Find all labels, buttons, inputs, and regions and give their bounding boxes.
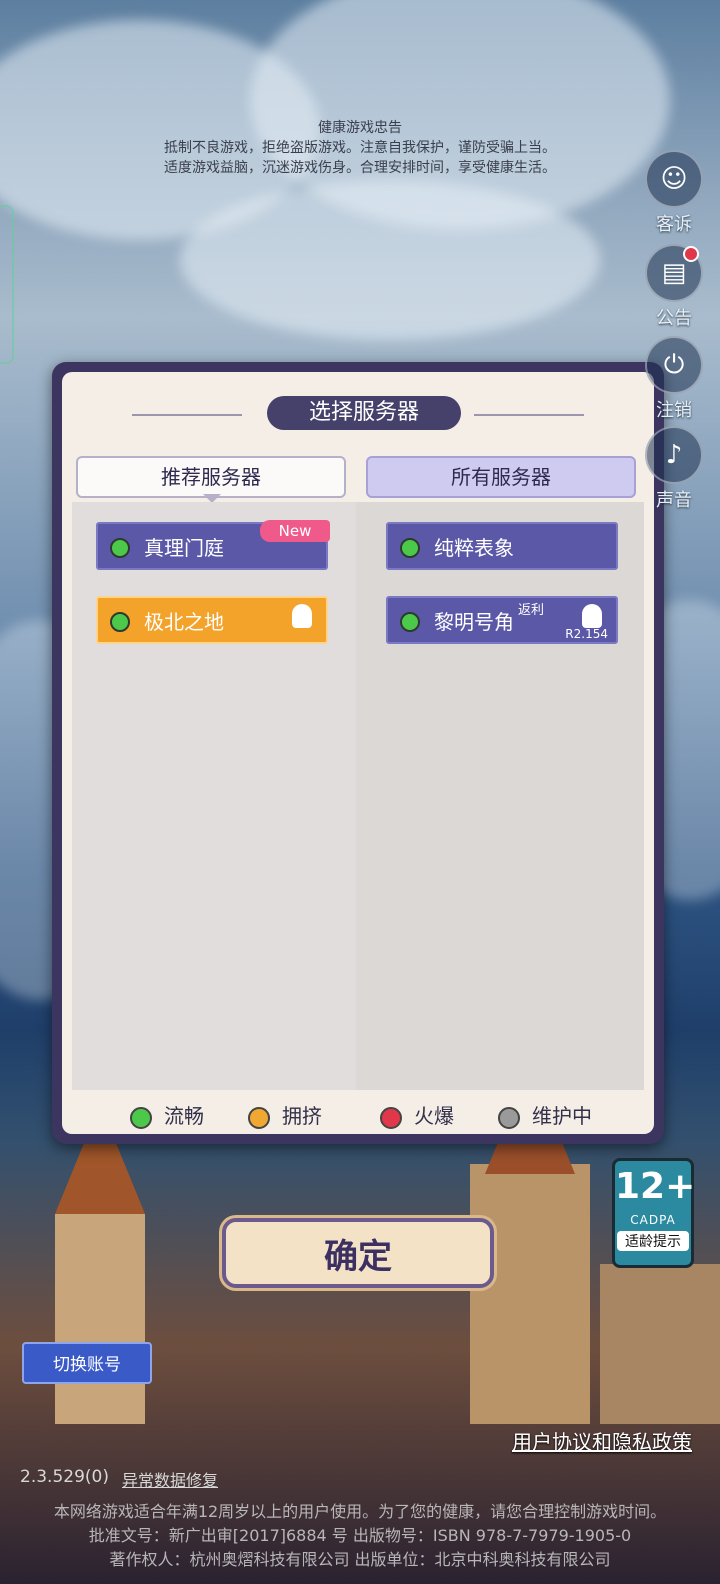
power-icon: ⏻ [645,336,703,394]
status-legend: 流畅 拥挤 火爆 维护中 [62,1094,654,1130]
title-divider-right [474,414,584,416]
notice-line-1: 抵制不良游戏，拒绝盗版游戏。注意自我保护，谨防受骗上当。 [164,140,556,156]
server-name: 真理门庭 [144,536,224,560]
server-name: 极北之地 [144,610,224,634]
customer-service-label: 客诉 [656,214,692,235]
sound-button[interactable]: ♪ 声音 [644,426,704,512]
server-item-zhenli[interactable]: 真理门庭 New [96,520,330,570]
age-hint: 适龄提示 [617,1231,689,1251]
recommended-column [72,502,356,1090]
status-dot-smooth [400,612,420,632]
maintenance-dot-icon [498,1106,520,1129]
age-rating: 12+ [615,1166,696,1207]
footer-line-1: 本网络游戏适合年满12周岁以上的用户使用。为了您的健康，请您合理控制游戏时间。 [53,1502,667,1521]
health-notice: 健康游戏忠告 抵制不良游戏，拒绝盗版游戏。注意自我保护，谨防受骗上当。 适度游戏… [0,118,720,178]
panel-header: 选择服务器 [62,394,654,434]
notification-dot [683,246,699,262]
legend-busy-label: 拥挤 [282,1104,322,1128]
side-tab-handle[interactable] [0,205,14,364]
switch-account-button[interactable]: 切换账号 [22,1342,152,1384]
hot-dot-icon [380,1106,402,1129]
footer-line-3: 著作权人：杭州奥熠科技有限公司 出版单位：北京中科奥科技有限公司 [109,1550,611,1569]
speaker-icon: ♪ [645,426,703,484]
panel-title: 选择服务器 [267,396,461,430]
character-icon [582,604,602,628]
server-item-chuncui[interactable]: 纯粹表象 [386,522,618,570]
legend-hot-label: 火爆 [414,1104,454,1128]
headset-icon: ☺ [645,150,703,208]
policy-link[interactable]: 用户协议和隐私政策 [512,1426,692,1455]
sound-label: 声音 [656,490,692,511]
tab-all-servers[interactable]: 所有服务器 [366,456,636,498]
server-item-jibei-selected[interactable]: 极北之地 [96,596,328,644]
server-name: 纯粹表象 [434,536,514,560]
server-list-area: 真理门庭 New 极北之地 纯粹表象 黎明号角 返利 R2.154 [72,502,644,1090]
version-text: 2.3.529(0) [20,1467,109,1487]
legend-maintenance-label: 维护中 [532,1104,592,1128]
legend-busy: 拥挤 [248,1100,322,1129]
notice-line-2: 适度游戏益脑，沉迷游戏伤身。合理安排时间，享受健康生活。 [164,160,556,176]
server-select-panel: 选择服务器 推荐服务器 所有服务器 真理门庭 New 极北之地 纯粹表象 黎明号… [52,362,664,1144]
footer-line-2: 批准文号：新广出审[2017]6884 号 出版物号：ISBN 978-7-79… [88,1526,632,1545]
document-icon: ▤ [645,244,703,302]
notice-title: 健康游戏忠告 [318,120,402,136]
server-version: R2.154 [565,627,608,641]
server-name: 黎明号角 [434,610,514,634]
legend-hot: 火爆 [380,1100,454,1129]
status-dot-smooth [110,612,130,632]
announcement-label: 公告 [656,308,692,329]
announcement-button[interactable]: ▤ 公告 [644,244,704,330]
age-rating-badge[interactable]: 12+ CADPA 适龄提示 [612,1158,696,1268]
character-icon [292,604,312,628]
rating-org: CADPA [630,1213,676,1227]
legend-smooth-label: 流畅 [164,1104,204,1128]
legend-smooth: 流畅 [130,1100,204,1129]
tab-recommended-servers[interactable]: 推荐服务器 [76,456,346,498]
logout-label: 注销 [656,400,692,421]
customer-service-button[interactable]: ☺ 客诉 [644,150,704,236]
confirm-button[interactable]: 确定 [222,1218,494,1288]
legend-maintenance: 维护中 [498,1100,592,1129]
rebate-tag: 返利 [518,603,545,618]
data-repair-link[interactable]: 异常数据修复 [122,1467,218,1491]
legal-footer: 本网络游戏适合年满12周岁以上的用户使用。为了您的健康，请您合理控制游戏时间。 … [0,1500,720,1572]
busy-dot-icon [248,1106,270,1129]
logout-button[interactable]: ⏻ 注销 [644,336,704,422]
title-divider-left [132,414,242,416]
new-badge: New [260,520,330,542]
status-dot-smooth [400,538,420,558]
status-dot-smooth [110,538,130,558]
server-item-liming[interactable]: 黎明号角 返利 R2.154 [386,596,618,644]
smooth-dot-icon [130,1106,152,1129]
